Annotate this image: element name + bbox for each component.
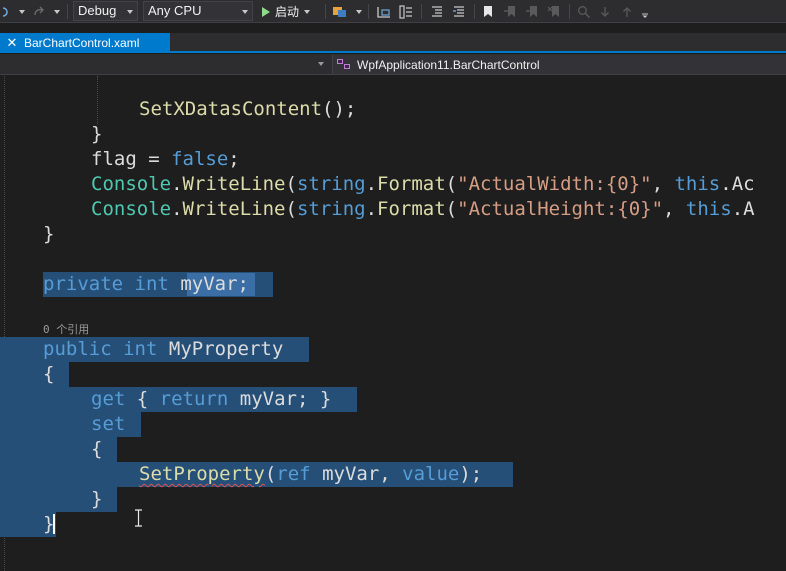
toolbar-separator: [474, 4, 475, 19]
close-icon[interactable]: ✕: [0, 35, 24, 51]
code-line: }: [43, 223, 55, 245]
toolbar-separator: [368, 4, 369, 19]
codelens-references[interactable]: 0 个引用: [43, 321, 89, 337]
redo-icon[interactable]: [30, 0, 48, 23]
arrow-up-icon[interactable]: [618, 0, 636, 23]
start-label: 启动: [275, 5, 300, 19]
code-line: set: [91, 413, 126, 435]
code-line: {: [43, 363, 55, 385]
code-editor[interactable]: SetXDatasContent(); } flag = false; Cons…: [0, 76, 786, 571]
chevron-down-icon: [242, 10, 248, 14]
find-icon[interactable]: [574, 0, 594, 23]
code-line: get { return myVar; }: [91, 388, 332, 410]
class-path: WpfApplication11.BarChartControl: [357, 57, 540, 72]
code-line: }: [91, 123, 103, 145]
code-line: {: [91, 438, 103, 460]
previous-bookmark-icon[interactable]: [500, 0, 520, 23]
type-navigation-select[interactable]: WpfApplication11.BarChartControl: [332, 55, 786, 74]
redo-dropdown-icon[interactable]: [48, 0, 60, 23]
undo-dropdown-icon[interactable]: [12, 0, 26, 23]
code-line: flag = false;: [91, 148, 240, 170]
code-line: Console.WriteLine(string.Format("ActualW…: [91, 173, 755, 195]
code-line: Console.WriteLine(string.Format("ActualH…: [91, 198, 755, 220]
main-toolbar: Debug Any CPU 启动: [0, 0, 786, 23]
solution-platform-value: Any CPU: [148, 3, 202, 18]
text-caret: [53, 514, 55, 534]
code-line: private int myVar;: [43, 273, 249, 295]
solution-explorer-icon[interactable]: [374, 0, 394, 23]
indent-guide: [97, 76, 98, 124]
format-document-icon[interactable]: [427, 0, 447, 23]
selection-highlight: [0, 362, 69, 387]
chevron-down-icon: [127, 10, 133, 14]
solution-config-value: Debug: [78, 3, 117, 18]
solution-platform-select[interactable]: Any CPU: [143, 1, 253, 21]
code-line: public int MyProperty: [43, 338, 284, 360]
browser-link-dropdown-icon[interactable]: [350, 0, 362, 23]
play-icon: [262, 6, 270, 17]
toolbar-separator: [569, 4, 570, 19]
code-line: SetXDatasContent();: [139, 98, 357, 120]
navigation-bar: WpfApplication11.BarChartControl: [0, 54, 786, 75]
comment-lines-icon[interactable]: [449, 0, 469, 23]
toolbar-separator: [421, 4, 422, 19]
redo-history-icon[interactable]: [0, 0, 12, 23]
arrow-down-icon[interactable]: [596, 0, 614, 23]
browser-link-icon[interactable]: [330, 0, 350, 23]
code-line: }: [91, 488, 103, 510]
next-bookmark-icon[interactable]: [522, 0, 542, 23]
class-icon: [337, 58, 351, 71]
tab-barchartcontrol-xaml[interactable]: ✕ BarChartControl.xaml: [0, 33, 170, 52]
toolbar-separator: [325, 4, 326, 19]
solution-config-select[interactable]: Debug: [73, 1, 138, 21]
document-tab-strip: ✕ BarChartControl.xaml: [0, 33, 786, 53]
class-view-icon[interactable]: [396, 0, 416, 23]
toolbar-separator: [67, 4, 68, 19]
toolbar-overflow-icon[interactable]: [638, 0, 652, 23]
start-debugging-button[interactable]: 启动: [262, 0, 311, 23]
code-line: SetProperty(ref myVar, value);: [139, 463, 483, 485]
clear-bookmarks-icon[interactable]: [544, 0, 564, 23]
chevron-down-icon: [304, 9, 311, 14]
ibeam-cursor-icon: [135, 509, 142, 527]
member-dropdown-icon[interactable]: [318, 62, 324, 66]
bookmark-icon[interactable]: [479, 0, 497, 23]
tab-title: BarChartControl.xaml: [24, 35, 140, 50]
